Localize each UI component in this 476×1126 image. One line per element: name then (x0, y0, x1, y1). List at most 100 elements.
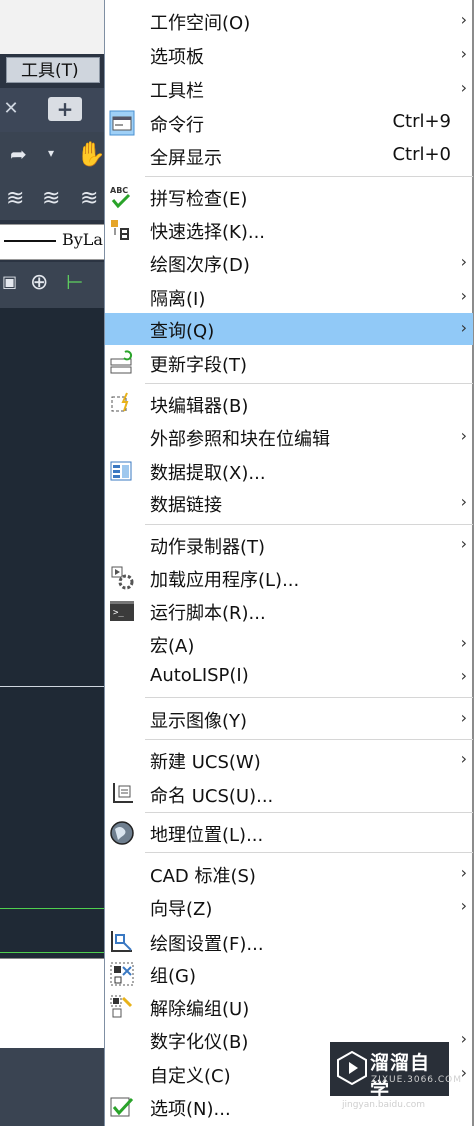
menu-item-20[interactable]: AutoLISP(I) › (105, 661, 473, 693)
layer-tool-icon[interactable]: ≋ (80, 186, 98, 211)
linetype-sample (4, 240, 56, 242)
menu-item-6[interactable]: ABC 拼写检查(E) (105, 181, 473, 213)
properties-icon[interactable]: ▣ (2, 272, 17, 291)
menu-item-label: 宏(A) (150, 636, 195, 657)
watermark-url-2: jingyan.baidu.com (342, 1100, 426, 1110)
command-line-area[interactable] (0, 958, 104, 1049)
menu-item-12[interactable]: 块编辑器(B) (105, 388, 473, 420)
submenu-chevron-right-icon: › (460, 426, 467, 445)
run-script-icon: >_ (109, 598, 135, 624)
submenu-chevron-right-icon: › (460, 492, 467, 511)
update-field-icon (109, 350, 135, 376)
menu-item-label: 自定义(C) (150, 1066, 231, 1087)
submenu-chevron-right-icon: › (460, 534, 467, 553)
tools-dropdown-menu: 工作空间(O) › 选项板 › 工具栏 › 命令行 Ctrl+9 全屏显示 Ctrl+0 ABC 拼写… (104, 0, 474, 1126)
menu-item-2[interactable]: 选项板 › (105, 39, 473, 71)
dropdown-arrow-icon[interactable]: ▾ (48, 146, 54, 160)
layer-state-icon[interactable]: ≋ (42, 186, 60, 211)
menu-item-9[interactable]: 隔离(I) › (105, 281, 473, 313)
menu-item-19[interactable]: 宏(A) › (105, 628, 473, 660)
tools-menu-button[interactable]: 工具(T) (6, 57, 100, 83)
menu-item-28[interactable]: 组(G) (105, 958, 473, 990)
toolbar-row-1: ➦ ▾ ✋ (0, 132, 104, 180)
menu-item-label: 动作录制器(T) (150, 537, 266, 558)
menu-item-label: 隔离(I) (150, 289, 206, 310)
tab-close-icon[interactable]: ✕ (0, 96, 22, 122)
ungroup-icon (109, 994, 135, 1020)
submenu-chevron-right-icon: › (460, 318, 467, 337)
new-tab-button[interactable]: + (48, 97, 82, 121)
menu-item-label: 地理位置(L)... (150, 825, 264, 846)
submenu-chevron-right-icon: › (460, 10, 467, 29)
menu-item-3[interactable]: 工具栏 › (105, 73, 473, 105)
menu-item-label: 工作空间(O) (150, 13, 251, 34)
options-check-icon (109, 1094, 135, 1120)
submenu-chevron-right-icon: › (460, 863, 467, 882)
menu-item-15[interactable]: 数据链接 › (105, 487, 473, 519)
menu-item-23[interactable]: 命名 UCS(U)... (105, 778, 473, 810)
watermark-logo-icon (337, 1051, 367, 1085)
menu-separator (145, 176, 473, 177)
menu-item-11[interactable]: 更新字段(T) (105, 347, 473, 379)
menu-item-8[interactable]: 绘图次序(D) › (105, 247, 473, 279)
menu-item-5[interactable]: 全屏显示 Ctrl+0 (105, 140, 473, 172)
menu-item-1[interactable]: 工作空间(O) › (105, 5, 473, 37)
menu-separator (145, 852, 473, 853)
group-icon (109, 961, 135, 987)
submenu-chevron-right-icon: › (460, 896, 467, 915)
menu-item-label: 数字化仪(B) (150, 1032, 249, 1053)
menu-item-label: 新建 UCS(W) (150, 752, 261, 773)
menu-item-21[interactable]: 显示图像(Y) › (105, 703, 473, 735)
menu-item-24[interactable]: 地理位置(L)... (105, 817, 473, 849)
menu-item-label: 运行脚本(R)... (150, 603, 266, 624)
command-line-icon (109, 110, 135, 136)
drafting-settings-icon (109, 929, 135, 955)
menu-item-7[interactable]: 快速选择(K)... (105, 214, 473, 246)
menu-item-27[interactable]: 绘图设置(F)... (105, 926, 473, 958)
menu-item-label: 显示图像(Y) (150, 711, 248, 732)
data-extraction-icon (109, 458, 135, 484)
menu-item-4[interactable]: 命令行 Ctrl+9 (105, 107, 473, 139)
bylayer-label: ByLa (62, 230, 103, 249)
menu-item-label: 查询(Q) (150, 321, 215, 342)
submenu-chevron-right-icon: › (460, 44, 467, 63)
menu-item-10[interactable]: 查询(Q) › (105, 313, 473, 345)
menu-item-label: 外部参照和块在位编辑 (150, 429, 330, 450)
drawing-line (0, 686, 104, 687)
drawing-line-green-2 (0, 952, 104, 953)
menu-item-label: 工具栏 (150, 81, 204, 102)
menu-item-13[interactable]: 外部参照和块在位编辑 › (105, 421, 473, 453)
menu-item-label: 向导(Z) (150, 899, 213, 920)
submenu-chevron-right-icon: › (460, 252, 467, 271)
menu-item-29[interactable]: 解除编组(U) (105, 991, 473, 1023)
menu-item-label: 命名 UCS(U)... (150, 786, 274, 807)
menu-separator (145, 383, 473, 384)
menu-item-16[interactable]: 动作录制器(T) › (105, 529, 473, 561)
submenu-chevron-right-icon: › (460, 286, 467, 305)
dimension-check-icon[interactable]: ⊢ (66, 270, 83, 294)
menu-item-label: 解除编组(U) (150, 999, 250, 1020)
spell-check-icon: ABC (109, 184, 135, 210)
load-application-icon (109, 565, 135, 591)
cad-application-background: 工具(T) ✕ + ➦ ▾ ✋ ≋ ≋ ≋ ByLa ▣ ⊕ ⊢ (0, 0, 104, 1126)
block-editor-icon (109, 391, 135, 417)
menu-item-22[interactable]: 新建 UCS(W) › (105, 744, 473, 776)
menu-item-label: 数据提取(X)... (150, 463, 266, 484)
menu-item-26[interactable]: 向导(Z) › (105, 891, 473, 923)
add-circle-icon[interactable]: ⊕ (30, 270, 48, 295)
menu-item-25[interactable]: CAD 标准(S) › (105, 858, 473, 890)
menu-item-shortcut: Ctrl+0 (392, 144, 451, 165)
menu-item-shortcut: Ctrl+9 (392, 111, 451, 132)
redo-arrow-icon[interactable]: ➦ (10, 142, 27, 166)
menu-item-18[interactable]: >_ 运行脚本(R)... (105, 595, 473, 627)
named-ucs-icon (109, 781, 135, 807)
menu-item-label: 加载应用程序(L)... (150, 570, 300, 591)
menu-item-label: 绘图设置(F)... (150, 934, 264, 955)
menu-item-17[interactable]: 加载应用程序(L)... (105, 562, 473, 594)
submenu-chevron-right-icon: › (460, 708, 467, 727)
toolbar-row-2: ≋ ≋ ≋ (0, 180, 104, 220)
drawing-area[interactable] (0, 308, 104, 958)
pan-hand-icon[interactable]: ✋ (76, 140, 104, 168)
menu-item-14[interactable]: 数据提取(X)... (105, 455, 473, 487)
layer-stack-icon[interactable]: ≋ (6, 186, 24, 211)
